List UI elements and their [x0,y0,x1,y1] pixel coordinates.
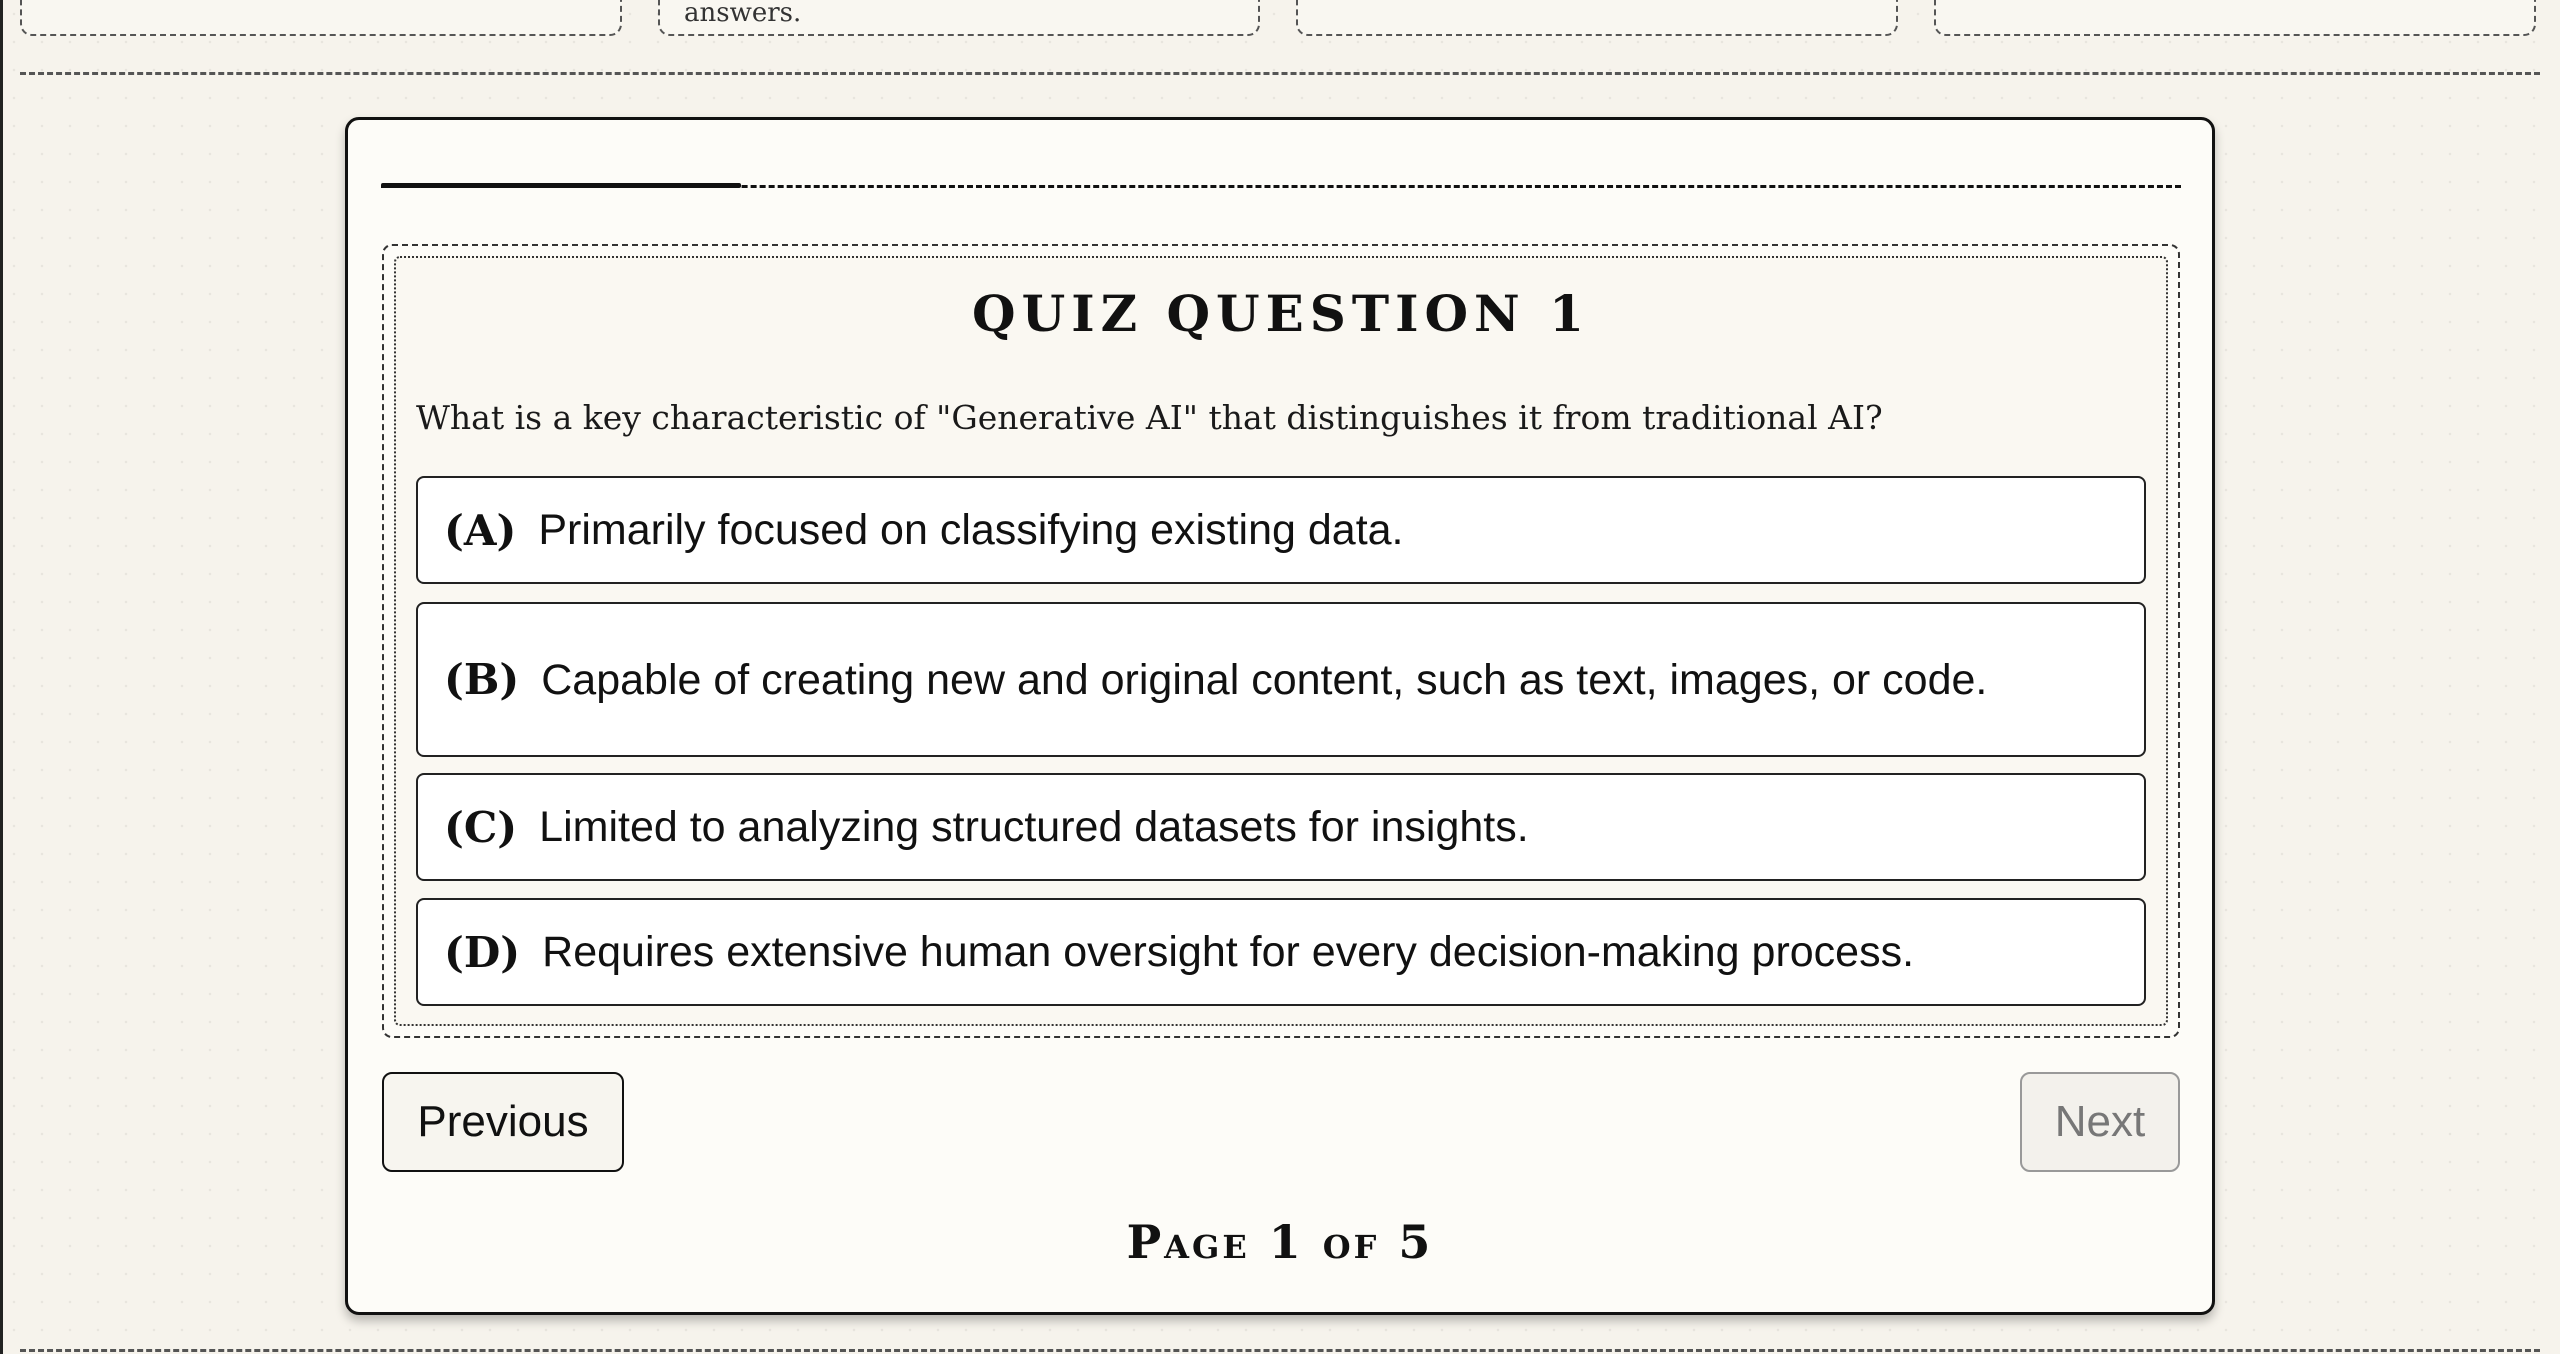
option-letter: (B) [444,655,520,704]
option-text: Requires extensive human oversight for e… [542,928,1915,976]
option-d[interactable]: (D) Requires extensive human oversight f… [416,898,2146,1006]
top-card-4[interactable] [1934,0,2536,36]
option-text: Limited to analyzing structured datasets… [539,803,1529,851]
quiz-progress-bar [381,183,2181,189]
next-button[interactable]: Next [2020,1072,2180,1172]
top-card-3[interactable] [1296,0,1898,36]
quiz-panel: Quiz Question 1 What is a key characteri… [345,117,2215,1315]
left-border [0,0,3,1354]
page-indicator: Page 1 of 5 [1126,1215,1434,1269]
option-letter: (D) [444,927,521,977]
top-card-snippet: answers. [684,0,802,28]
option-c[interactable]: (C) Limited to analyzing structured data… [416,773,2146,881]
option-letter: (C) [444,802,518,852]
question-title: Quiz Question 1 [972,284,1590,343]
section-divider-top [20,72,2540,75]
question-card-inner: Quiz Question 1 What is a key characteri… [394,256,2168,1026]
top-card-1[interactable] [20,0,622,36]
progress-fill [381,183,741,188]
option-text: Primarily focused on classifying existin… [538,506,1404,554]
previous-button[interactable]: Previous [382,1072,624,1172]
option-text: Capable of creating new and original con… [541,655,1988,704]
question-text: What is a key characteristic of "Generat… [416,398,1883,437]
section-divider-bottom [20,1349,2540,1352]
option-letter: (A) [444,505,517,555]
option-a[interactable]: (A) Primarily focused on classifying exi… [416,476,2146,584]
question-card: Quiz Question 1 What is a key characteri… [382,244,2180,1038]
top-card-2[interactable]: answers. [658,0,1260,36]
option-b[interactable]: (B) Capable of creating new and original… [416,602,2146,757]
